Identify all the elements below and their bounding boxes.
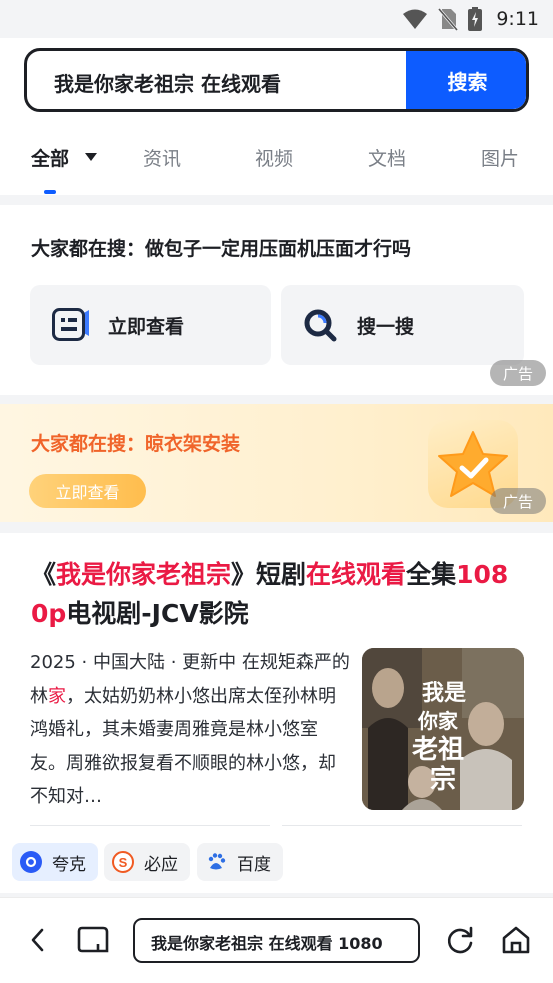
chevron-down-icon[interactable]	[85, 153, 97, 161]
document-icon	[52, 308, 89, 341]
status-time: 9:11	[496, 8, 539, 30]
result-tabs: 全部 资讯 视频 文档 图片	[0, 134, 553, 184]
engine-switcher: 夸克 S 必应 百度	[0, 837, 553, 893]
result-title[interactable]: 《我是你家老祖宗》短剧在线观看全集1080p电视剧-JCV影院	[31, 555, 521, 633]
engine-baidu[interactable]: 百度	[197, 843, 283, 881]
thumbnail-title-text: 我是	[422, 680, 466, 706]
next-row-divider	[30, 825, 270, 835]
status-icons: 9:11	[402, 7, 539, 31]
view-now-button[interactable]: 立即查看	[30, 285, 271, 365]
tab-docs[interactable]: 文档	[368, 144, 406, 171]
search-again-label: 搜一搜	[357, 315, 415, 338]
result-thumbnail[interactable]: 我是 你家 老祖 宗	[362, 648, 524, 810]
wifi-icon	[403, 9, 428, 29]
bottom-toolbar: 我是你家老祖宗 在线观看 1080	[0, 897, 553, 983]
battery-charging-icon	[468, 7, 483, 31]
banner-view-button[interactable]: 立即查看	[29, 474, 146, 508]
home-button[interactable]	[496, 920, 536, 960]
back-button[interactable]	[18, 920, 58, 960]
banner-title[interactable]: 大家都在搜：晾衣架安装	[31, 429, 240, 456]
next-row-divider	[282, 825, 522, 835]
search-header: 我是你家老祖宗 在线观看 搜索 全部 资讯 视频 文档 图片	[0, 38, 553, 195]
status-bar: 9:11	[0, 0, 553, 38]
svg-text:老祖: 老祖	[412, 735, 464, 765]
view-now-label: 立即查看	[108, 315, 185, 338]
baidu-paw-icon	[205, 851, 227, 873]
tab-all[interactable]: 全部	[31, 144, 69, 171]
address-bar[interactable]: 我是你家老祖宗 在线观看 1080	[133, 918, 420, 963]
refresh-button[interactable]	[440, 920, 480, 960]
back-icon	[31, 928, 44, 952]
tab-news[interactable]: 资讯	[143, 144, 181, 171]
svg-text:你家: 你家	[417, 709, 459, 733]
engine-bing[interactable]: S 必应	[104, 843, 190, 881]
banner-ad[interactable]: 大家都在搜：晾衣架安装 立即查看 广告	[0, 404, 553, 522]
tabs-icon	[77, 926, 109, 953]
ad-badge[interactable]: 广告	[490, 360, 546, 386]
svg-text:宗: 宗	[430, 764, 456, 795]
tab-images[interactable]: 图片	[481, 144, 519, 171]
search-query[interactable]: 我是你家老祖宗 在线观看	[54, 68, 281, 97]
bing-icon: S	[112, 851, 134, 873]
tabs-button[interactable]	[73, 920, 113, 960]
search-button[interactable]: 搜索	[406, 51, 526, 109]
tab-video[interactable]: 视频	[255, 144, 293, 171]
trending-title[interactable]: 大家都在搜：做包子一定用压面机压面才行吗	[31, 234, 411, 261]
banner-ad-badge[interactable]: 广告	[490, 488, 546, 514]
trending-card: 大家都在搜：做包子一定用压面机压面才行吗 立即查看 搜一搜 广告	[0, 205, 553, 395]
search-again-button[interactable]: 搜一搜	[281, 285, 524, 365]
search-input[interactable]: 我是你家老祖宗 在线观看 搜索	[24, 48, 529, 112]
home-icon	[502, 926, 530, 954]
no-sim-icon	[438, 8, 459, 31]
active-tab-indicator	[44, 190, 56, 194]
result-description: 2025 · 中国大陆 · 更新中 在规矩森严的林家，太姑奶奶林小悠出席太侄孙林…	[30, 652, 350, 807]
engine-quark[interactable]: 夸克	[12, 843, 98, 881]
quark-icon	[20, 851, 42, 873]
search-result[interactable]: 《我是你家老祖宗》短剧在线观看全集1080p电视剧-JCV影院 2025 · 中…	[0, 533, 553, 837]
refresh-icon	[447, 926, 473, 954]
search-icon	[304, 309, 337, 342]
